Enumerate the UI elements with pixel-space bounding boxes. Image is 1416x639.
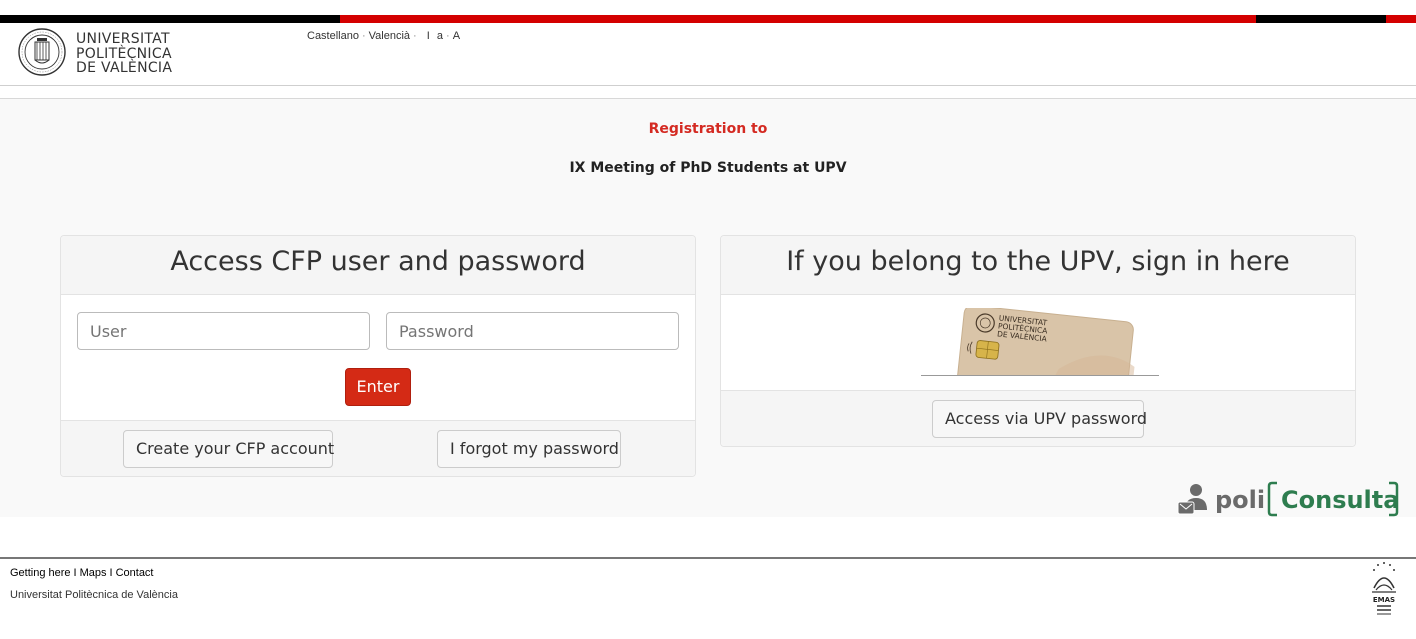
upv-seal-icon [18, 28, 66, 76]
font-size-large-link[interactable]: A [453, 30, 460, 42]
event-title: IX Meeting of PhD Students at UPV [569, 160, 847, 176]
maps-link[interactable]: Maps [80, 567, 107, 579]
logo-line-1: UNIVERSITAT [76, 31, 170, 47]
upv-card-icon: UNIVERSITAT POLITÈCNICA DE VALÈNCIA [954, 308, 1135, 375]
footer-separator: I [73, 567, 77, 579]
upv-logo[interactable]: UNIVERSITAT POLITÈCNICA DE VALÈNCIA [18, 27, 178, 81]
language-selector: Castellano · Valencià · I a · A [307, 30, 460, 42]
main-content: Registration to IX Meeting of PhD Studen… [0, 99, 1416, 517]
footer-separator: I [109, 567, 113, 579]
upv-login-panel: If you belong to the UPV, sign in here U… [720, 235, 1356, 447]
consulta-text: Consulta [1281, 486, 1399, 514]
cfp-login-panel: Access CFP user and password Enter Creat… [60, 235, 696, 477]
cfp-panel-title: Access CFP user and password [61, 236, 695, 295]
enter-button[interactable]: Enter [345, 368, 411, 406]
registration-to-label: Registration to [648, 121, 768, 137]
emas-logo-icon: EMAS [1372, 562, 1396, 615]
upv-card-image: UNIVERSITAT POLITÈCNICA DE VALÈNCIA [921, 308, 1159, 376]
font-size-small-link[interactable]: a [437, 30, 443, 42]
create-cfp-account-button[interactable]: Create your CFP account [123, 430, 334, 468]
logo-line-2: POLITÈCNICA [76, 45, 172, 62]
font-size-sep: · [446, 30, 450, 42]
footer-links: Getting here I Maps I Contact [10, 567, 154, 579]
cfp-panel-footer: Create your CFP account I forgot my pass… [61, 420, 695, 476]
emas-text: EMAS [1373, 596, 1395, 604]
access-upv-password-button[interactable]: Access via UPV password [932, 400, 1147, 438]
top-bar-red-end [1386, 15, 1416, 23]
forgot-password-button[interactable]: I forgot my password [437, 430, 621, 468]
top-bar-black-right [1256, 15, 1386, 23]
getting-here-link[interactable]: Getting here [10, 567, 71, 579]
footer-university-name: Universitat Politècnica de València [10, 589, 178, 601]
lang-separator: · [361, 30, 366, 42]
upv-panel-footer: Access via UPV password [721, 390, 1355, 446]
top-bar-black-left [0, 15, 340, 23]
logo-line-3: DE VALÈNCIA [76, 60, 173, 76]
policonsulta-icon: poli Consulta [1177, 481, 1399, 517]
user-input[interactable] [77, 312, 370, 350]
upv-panel-title: If you belong to the UPV, sign in here [721, 236, 1355, 295]
poli-text: poli [1215, 486, 1265, 514]
policonsulta-logo[interactable]: poli Consulta [1177, 480, 1399, 518]
lang-separator: · [413, 30, 417, 42]
top-bar-red [340, 15, 1256, 23]
top-color-bar [0, 15, 1416, 23]
lang-castellano-link[interactable]: Castellano [307, 30, 359, 42]
upv-logo-text: UNIVERSITAT POLITÈCNICA DE VALÈNCIA [76, 32, 172, 76]
footer-divider [0, 557, 1416, 559]
contact-link[interactable]: Contact [116, 567, 154, 579]
password-input[interactable] [386, 312, 679, 350]
font-size-separator: I [426, 30, 430, 42]
site-header: UNIVERSITAT POLITÈCNICA DE VALÈNCIA Cast… [0, 23, 1416, 86]
lang-valencia-link[interactable]: Valencià [369, 30, 410, 42]
